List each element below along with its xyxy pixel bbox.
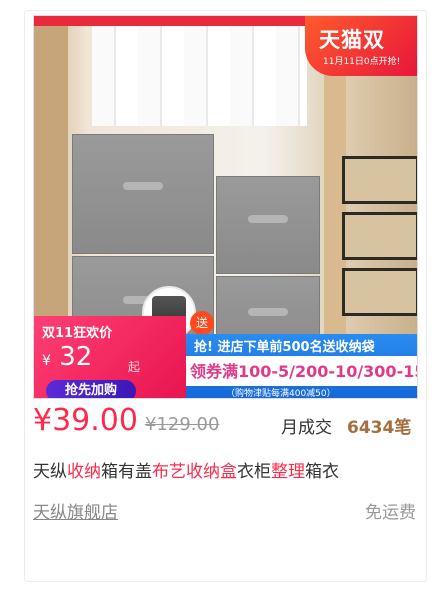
product-image[interactable]: 天猫双 11月11日0点开抢! 送 双11狂欢价 ¥ 32 起 抢先加购 抢! … bbox=[33, 15, 418, 399]
title-segment: 箱衣 bbox=[305, 462, 339, 482]
title-keyword: 整理 bbox=[271, 462, 305, 482]
promo-price-suffix: 起 bbox=[128, 360, 141, 374]
title-segment: 天纵 bbox=[33, 462, 67, 482]
drawer bbox=[342, 212, 417, 260]
storage-box bbox=[72, 134, 214, 254]
shop-name-link[interactable]: 天纵旗舰店 bbox=[33, 498, 118, 523]
wardrobe-side bbox=[34, 26, 68, 356]
tmall-date: 11月11日0点开抢! bbox=[323, 57, 401, 67]
shipping-label: 免运费 bbox=[365, 503, 416, 523]
drawer bbox=[342, 268, 417, 316]
gift-badge: 送 bbox=[190, 311, 214, 335]
drawer bbox=[342, 156, 417, 204]
tmall-badge: 天猫双 11月11日0点开抢! bbox=[305, 16, 417, 76]
tmall-title: 天猫双 bbox=[319, 28, 385, 52]
product-card[interactable]: 天猫双 11月11日0点开抢! 送 双11狂欢价 ¥ 32 起 抢先加购 抢! … bbox=[24, 10, 427, 582]
price-row: ¥39.00 ¥129.00 月成交 6434笔 bbox=[33, 403, 418, 438]
product-title-link[interactable]: 天纵收纳箱有盖布艺收纳盒衣柜整理箱衣 bbox=[33, 457, 418, 482]
title-segment: 衣柜 bbox=[237, 462, 271, 482]
title-segment: 箱有盖 bbox=[101, 462, 152, 482]
promo-price-panel: 双11狂欢价 ¥ 32 起 抢先加购 bbox=[34, 316, 186, 398]
gift-promo-text: 抢! 进店下单前500名送收纳袋 bbox=[194, 340, 375, 355]
monthly-sales-count: 6434笔 bbox=[347, 418, 412, 438]
storage-box bbox=[216, 176, 320, 274]
coupon-text: 领券满100-5/200-10/300-15 bbox=[190, 362, 418, 381]
preorder-button[interactable]: 抢先加购 bbox=[46, 380, 136, 398]
promo-event-label: 双11狂欢价 bbox=[42, 326, 113, 341]
coupon-note: （购物津贴每满400减50） bbox=[226, 389, 336, 399]
hanging-clothes bbox=[92, 26, 307, 126]
original-price: ¥129.00 bbox=[145, 414, 220, 435]
coupon-banner: 抢! 进店下单前500名送收纳袋 领券满100-5/200-10/300-15 … bbox=[186, 334, 418, 399]
title-keyword: 布艺收纳盒 bbox=[152, 462, 237, 482]
current-price: ¥39.00 bbox=[33, 403, 138, 438]
title-keyword: 收纳 bbox=[67, 462, 101, 482]
promo-price: ¥ 32 bbox=[42, 342, 93, 372]
monthly-sales-label: 月成交 bbox=[281, 418, 332, 438]
